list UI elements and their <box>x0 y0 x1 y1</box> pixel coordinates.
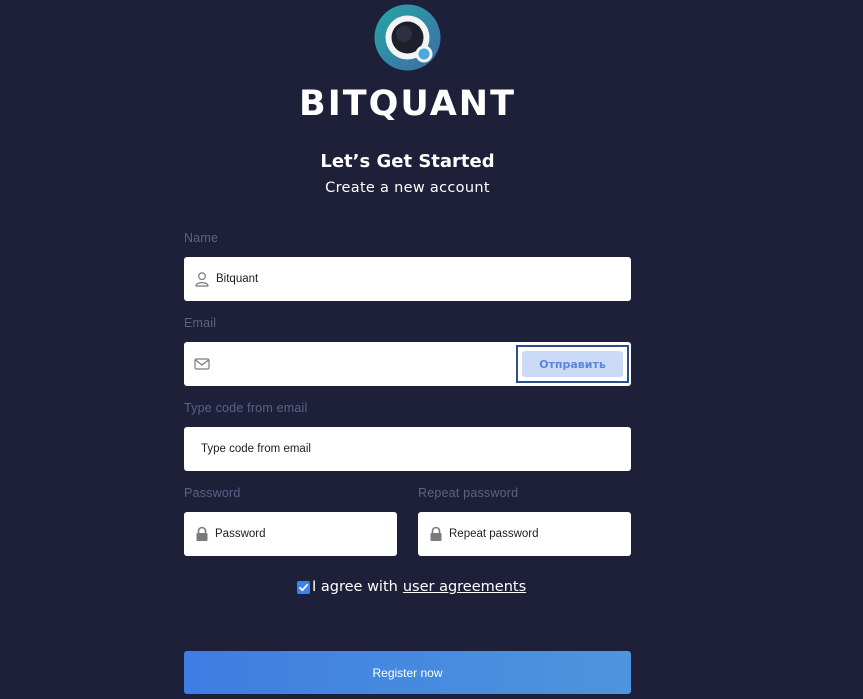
envelope-icon <box>194 356 210 372</box>
checkmark-icon <box>299 583 309 591</box>
email-label: Email <box>184 316 217 330</box>
repeat-password-field[interactable] <box>418 512 631 556</box>
send-code-focus-ring: Отправить <box>516 345 629 383</box>
password-label: Password <box>184 486 241 500</box>
lock-icon <box>428 526 444 542</box>
password-field[interactable] <box>184 512 397 556</box>
email-input[interactable] <box>216 354 516 374</box>
page-title: Let’s Get Started <box>320 151 495 172</box>
send-code-button[interactable]: Отправить <box>522 351 623 377</box>
repeat-password-input[interactable] <box>449 524 631 544</box>
page-subtitle: Create a new account <box>325 180 490 196</box>
brand-name: BITQUANT <box>299 84 516 124</box>
user-agreements-link[interactable]: user agreements <box>403 579 526 595</box>
name-input[interactable] <box>216 269 631 289</box>
agreement-row: I agree with user agreements <box>297 579 526 595</box>
repeat-password-label: Repeat password <box>418 486 519 500</box>
name-label: Name <box>184 231 219 245</box>
name-field[interactable] <box>184 257 631 301</box>
code-field[interactable] <box>184 427 631 471</box>
code-input[interactable] <box>201 439 631 459</box>
agreement-text: I agree with <box>312 579 398 595</box>
code-label: Type code from email <box>184 401 308 415</box>
email-field[interactable]: Отправить <box>184 342 631 386</box>
user-icon <box>194 271 210 287</box>
password-input[interactable] <box>215 524 397 544</box>
register-button[interactable]: Register now <box>184 651 631 694</box>
lock-icon <box>194 526 210 542</box>
agree-checkbox[interactable] <box>297 580 310 594</box>
bitquant-logo-icon <box>374 4 441 71</box>
